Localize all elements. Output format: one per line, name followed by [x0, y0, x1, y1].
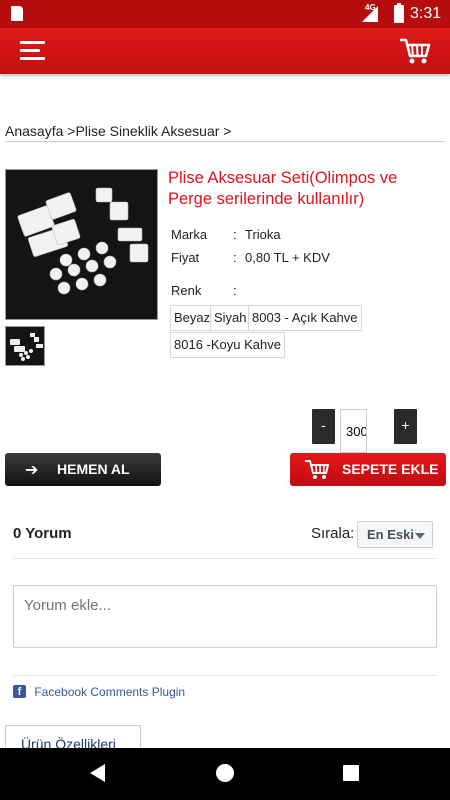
quantity-increase-button[interactable]: +: [394, 409, 417, 444]
comments-count: 0 Yorum: [13, 525, 72, 542]
add-to-cart-button[interactable]: SEPETE EKLE: [290, 453, 446, 486]
add-to-cart-label: SEPETE EKLE: [342, 461, 439, 477]
buy-now-label: HEMEN AL: [57, 461, 130, 477]
facebook-plugin-link[interactable]: f Facebook Comments Plugin: [13, 684, 185, 699]
back-icon[interactable]: [90, 764, 105, 782]
status-bar: 4G 3:31: [0, 0, 450, 28]
breadcrumb[interactable]: Anasayfa >Plise Sineklik Aksesuar >: [5, 123, 231, 139]
comments-divider: [13, 675, 437, 676]
arrow-right-icon: ➔: [25, 462, 39, 479]
brand-value: Trioka: [245, 227, 281, 242]
color-label: Renk: [171, 283, 202, 298]
sort-value: En Eski: [367, 527, 414, 542]
quantity-input[interactable]: [340, 409, 367, 453]
sort-select[interactable]: En Eski: [357, 521, 433, 548]
color-option-koyu-kahve[interactable]: 8016 -Koyu Kahve: [170, 332, 285, 358]
recent-apps-icon[interactable]: [343, 765, 359, 781]
network-type: 4G: [365, 3, 376, 12]
comments-divider: [13, 558, 437, 559]
facebook-plugin-label: Facebook Comments Plugin: [34, 684, 186, 699]
color-option-siyah[interactable]: Siyah: [210, 305, 251, 331]
navigation-bar: [0, 748, 450, 800]
app-bar: [0, 28, 450, 74]
sd-card-icon: [11, 6, 23, 21]
price-separator: :: [233, 250, 237, 265]
sort-label: Sırala:: [311, 525, 355, 542]
brand-label: Marka: [171, 227, 208, 242]
shopping-cart-icon[interactable]: [398, 36, 432, 66]
product-title: Plise Aksesuar Seti(Olimpos ve Perge ser…: [168, 169, 398, 208]
price-label: Fiyat: [171, 250, 200, 265]
price-value: 0,80 TL + KDV: [245, 250, 330, 265]
product-main-image[interactable]: [5, 169, 158, 320]
battery-icon: [394, 3, 404, 23]
color-option-beyaz[interactable]: Beyaz: [170, 305, 215, 331]
brand-separator: :: [233, 227, 237, 242]
buy-now-button[interactable]: ➔ HEMEN AL: [5, 453, 161, 486]
color-separator: :: [233, 283, 237, 298]
color-option-acik-kahve[interactable]: 8003 - Açık Kahve: [248, 305, 362, 331]
facebook-icon: f: [13, 685, 26, 699]
home-icon[interactable]: [216, 764, 234, 782]
shopping-cart-icon: [305, 460, 329, 479]
breadcrumb-divider: [5, 141, 445, 142]
chevron-down-icon: [415, 533, 425, 539]
comment-input[interactable]: [13, 585, 437, 648]
hamburger-menu-icon[interactable]: [20, 41, 45, 61]
status-time: 3:31: [410, 5, 442, 22]
quantity-decrease-button[interactable]: -: [312, 409, 335, 444]
product-thumbnail[interactable]: [5, 326, 45, 366]
